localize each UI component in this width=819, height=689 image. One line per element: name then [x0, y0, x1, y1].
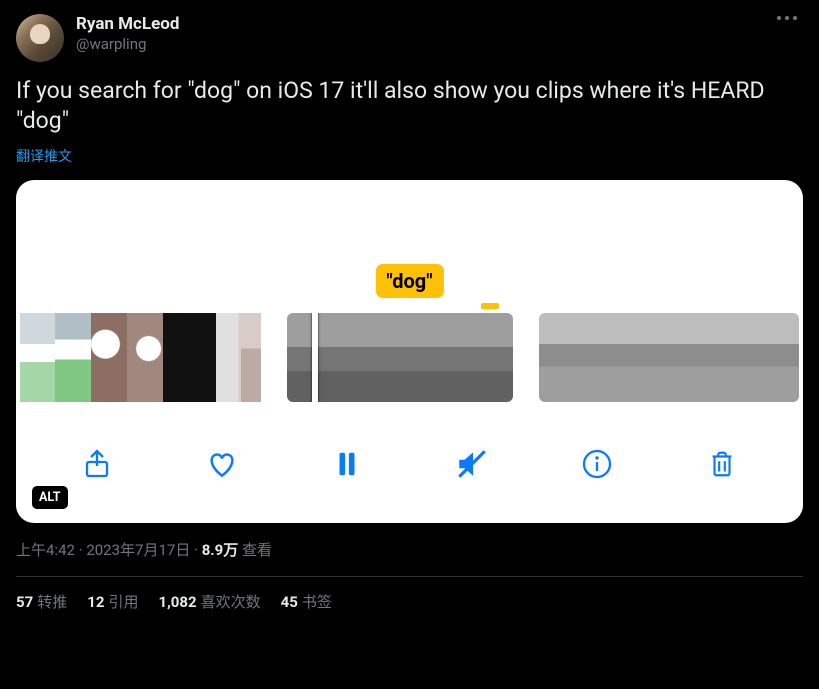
avatar[interactable] [16, 14, 64, 62]
media-card[interactable]: "dog" [16, 180, 803, 523]
share-button[interactable] [78, 445, 116, 483]
tweet-date[interactable]: 2023年7月17日 [86, 541, 190, 559]
views-label: 查看 [242, 541, 272, 559]
playhead-marker [481, 303, 499, 309]
alt-badge[interactable]: ALT [32, 486, 68, 509]
clip-thumbnail[interactable] [127, 313, 163, 402]
handle[interactable]: @warpling [76, 35, 179, 53]
info-button[interactable] [578, 445, 616, 483]
clip-thumbnail[interactable] [20, 313, 55, 402]
delete-button[interactable] [703, 445, 741, 483]
like-button[interactable] [203, 445, 241, 483]
quotes-stat[interactable]: 12引用 [87, 591, 138, 612]
mute-button[interactable] [453, 445, 491, 483]
pause-icon [332, 449, 362, 479]
heart-icon [205, 447, 239, 481]
info-icon [581, 448, 613, 480]
speaker-muted-icon [455, 447, 489, 481]
clip-thumbnail[interactable] [767, 313, 799, 402]
retweets-stat[interactable]: 57转推 [16, 591, 67, 612]
trash-icon [707, 448, 737, 480]
likes-stat[interactable]: 1,082喜欢次数 [158, 591, 260, 612]
clip-thumbnail[interactable] [577, 313, 615, 402]
pause-button[interactable] [328, 445, 366, 483]
translate-link[interactable]: 翻译推文 [16, 146, 72, 166]
clip-thumbnail[interactable] [345, 313, 403, 402]
share-icon [81, 448, 113, 480]
clip-thumbnail[interactable] [461, 313, 513, 402]
tweet-time[interactable]: 上午4:42 [16, 541, 75, 559]
search-term-label: "dog" [375, 264, 443, 298]
display-name[interactable]: Ryan McLeod [76, 14, 179, 34]
clip-thumbnail[interactable] [691, 313, 729, 402]
tweet-text: If you search for "dog" on iOS 17 it'll … [16, 76, 803, 136]
clip-thumbnail[interactable] [653, 313, 691, 402]
bookmarks-stat[interactable]: 45书签 [281, 591, 332, 612]
clip-thumbnail[interactable] [91, 313, 127, 402]
stats-row: 57转推 12引用 1,082喜欢次数 45书签 [16, 591, 803, 612]
clip-strip[interactable] [16, 313, 803, 402]
clip-thumbnail[interactable] [539, 313, 577, 402]
clip-thumbnail[interactable] [615, 313, 653, 402]
clip-thumbnail[interactable] [403, 313, 461, 402]
views-count: 8.9万 [202, 541, 239, 559]
clip-thumbnail[interactable] [55, 313, 91, 402]
tweet-meta: 上午4:42 · 2023年7月17日 · 8.9万 查看 [16, 539, 803, 560]
playhead[interactable] [312, 313, 318, 402]
clip-thumbnail[interactable] [163, 313, 216, 402]
divider [16, 576, 803, 577]
more-icon[interactable] [777, 16, 797, 20]
clip-thumbnail[interactable] [729, 313, 767, 402]
